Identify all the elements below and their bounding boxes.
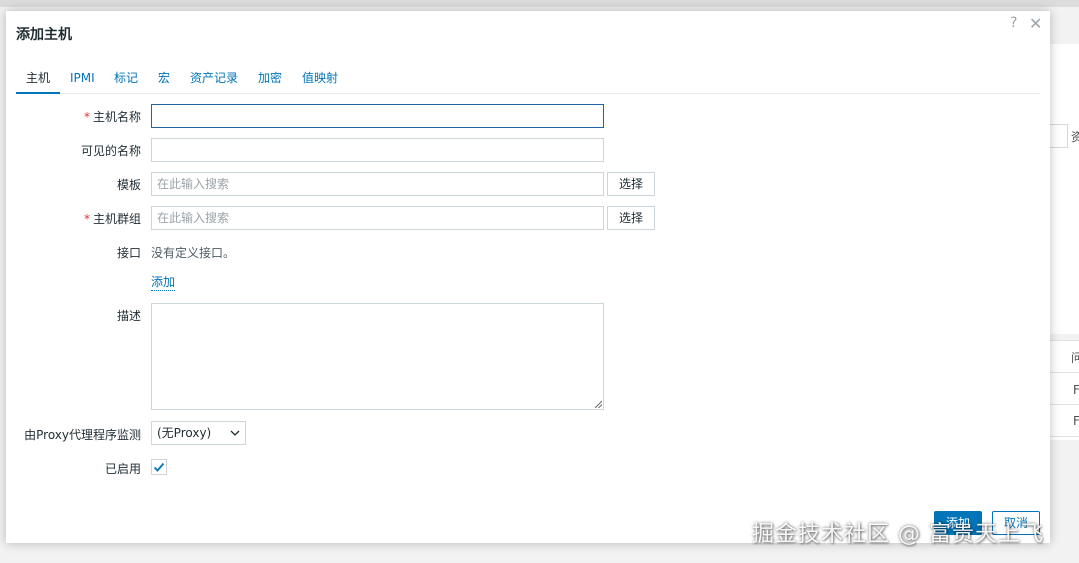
checkmark-icon xyxy=(153,462,165,472)
help-icon[interactable]: ? xyxy=(1010,15,1017,31)
tab-bar: 主机 IPMI 标记 宏 资产记录 加密 值映射 xyxy=(16,68,1040,94)
required-mark: * xyxy=(83,212,90,226)
interfaces-label: 接口 xyxy=(116,246,141,260)
add-host-dialog: 添加主机 ? ✕ 主机 IPMI 标记 宏 资产记录 加密 值映射 * 主机名称 … xyxy=(6,11,1050,543)
tab-ipmi[interactable]: IPMI xyxy=(60,68,105,94)
host-groups-label-text: 主机群组 xyxy=(92,212,141,226)
background-top-strip xyxy=(0,0,1079,7)
background-row-divider xyxy=(1048,436,1079,437)
host-name-input[interactable] xyxy=(151,104,604,128)
tab-value-mapping[interactable]: 值映射 xyxy=(292,68,348,94)
add-interface-link[interactable]: 添加 xyxy=(151,273,176,291)
cancel-button[interactable]: 取消 xyxy=(992,511,1040,535)
host-groups-search-input[interactable] xyxy=(151,206,604,230)
close-icon[interactable]: ✕ xyxy=(1029,14,1042,33)
resize-grip-icon[interactable] xyxy=(595,401,602,408)
add-button[interactable]: 添加 xyxy=(934,511,982,535)
dialog-title: 添加主机 xyxy=(16,27,72,43)
tab-tags[interactable]: 标记 xyxy=(104,68,148,94)
enabled-checkbox[interactable] xyxy=(151,459,167,475)
background-row-divider xyxy=(1048,372,1079,373)
background-fragment: 问 xyxy=(1071,351,1079,365)
background-input xyxy=(1048,124,1068,148)
description-textarea[interactable] xyxy=(151,303,604,410)
description-label: 描述 xyxy=(116,309,141,323)
tab-encryption[interactable]: 加密 xyxy=(248,68,292,94)
host-groups-select-button[interactable]: 选择 xyxy=(607,206,655,230)
background-fragment: 资 xyxy=(1071,130,1079,144)
interfaces-empty-text: 没有定义接口。 xyxy=(151,246,236,260)
tab-inventory[interactable]: 资产记录 xyxy=(180,68,248,94)
templates-search-input[interactable] xyxy=(151,172,604,196)
host-name-label: * 主机名称 xyxy=(84,108,141,125)
templates-select-button[interactable]: 选择 xyxy=(607,172,655,196)
background-row-divider xyxy=(1048,404,1079,405)
background-fragment: F xyxy=(1073,414,1079,428)
tab-host[interactable]: 主机 xyxy=(16,68,61,94)
background-fragment: F xyxy=(1073,383,1079,397)
host-name-label-text: 主机名称 xyxy=(92,110,141,124)
templates-label: 模板 xyxy=(116,178,141,192)
visible-name-label: 可见的名称 xyxy=(80,144,141,158)
background-panel xyxy=(1048,44,1079,334)
enabled-label: 已启用 xyxy=(104,462,141,476)
required-mark: * xyxy=(83,110,90,124)
proxy-selected-value: (无Proxy) xyxy=(157,426,212,440)
tab-macros[interactable]: 宏 xyxy=(148,68,180,94)
chevron-down-icon xyxy=(230,430,240,436)
host-groups-label: * 主机群组 xyxy=(84,210,141,227)
proxy-select[interactable]: (无Proxy) xyxy=(151,421,246,445)
visible-name-input[interactable] xyxy=(151,138,604,162)
proxy-label: 由Proxy代理程序监测 xyxy=(24,428,141,442)
